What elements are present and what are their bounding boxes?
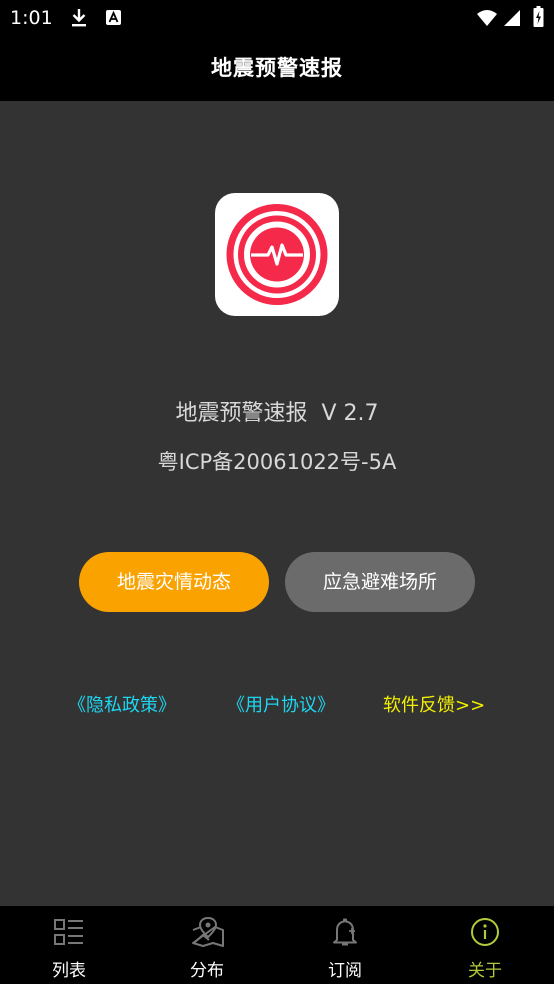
info-icon xyxy=(471,918,499,946)
signal-icon xyxy=(504,10,520,26)
map-icon xyxy=(192,916,224,947)
seismic-logo-icon xyxy=(226,204,328,305)
shelters-button[interactable]: 应急避难场所 xyxy=(285,552,475,612)
privacy-policy-link[interactable]: 《隐私政策》 xyxy=(68,691,176,717)
page-title: 地震预警速报 xyxy=(211,56,343,80)
app-name: 地震预警速报 xyxy=(175,401,308,426)
battery-icon xyxy=(533,6,544,27)
disaster-news-button[interactable]: 地震灾情动态 xyxy=(79,552,269,612)
tab-label-list: 列表 xyxy=(52,961,86,981)
app-version-line: 地震预警速报 V 2.7 xyxy=(0,395,554,427)
tab-label-about: 关于 xyxy=(468,961,502,981)
tab-about[interactable]: 关于 xyxy=(416,906,554,984)
tab-subscribe[interactable]: 订阅 xyxy=(276,906,414,984)
tab-list[interactable]: 列表 xyxy=(0,906,138,984)
app-bar: 地震预警速报 xyxy=(0,36,554,101)
icp-number: 粤ICP备20061022号-5A xyxy=(157,450,397,474)
bottom-tab-bar: 列表 分布 订阅 关于 xyxy=(0,906,554,984)
status-time: 1:01 xyxy=(10,7,53,29)
bell-icon xyxy=(333,918,357,946)
app-version: V 2.7 xyxy=(321,401,379,426)
download-icon xyxy=(72,9,86,27)
list-icon xyxy=(54,919,83,945)
app-logo xyxy=(215,193,339,316)
tab-label-subscribe: 订阅 xyxy=(328,961,362,981)
a-icon xyxy=(106,10,121,25)
wifi-icon xyxy=(477,10,497,26)
status-bar: 1:01 xyxy=(0,0,554,36)
tab-map[interactable]: 分布 xyxy=(138,906,276,984)
user-agreement-link[interactable]: 《用户协议》 xyxy=(227,691,335,717)
tab-label-map: 分布 xyxy=(190,961,224,981)
feedback-link[interactable]: 软件反馈>> xyxy=(383,691,485,717)
